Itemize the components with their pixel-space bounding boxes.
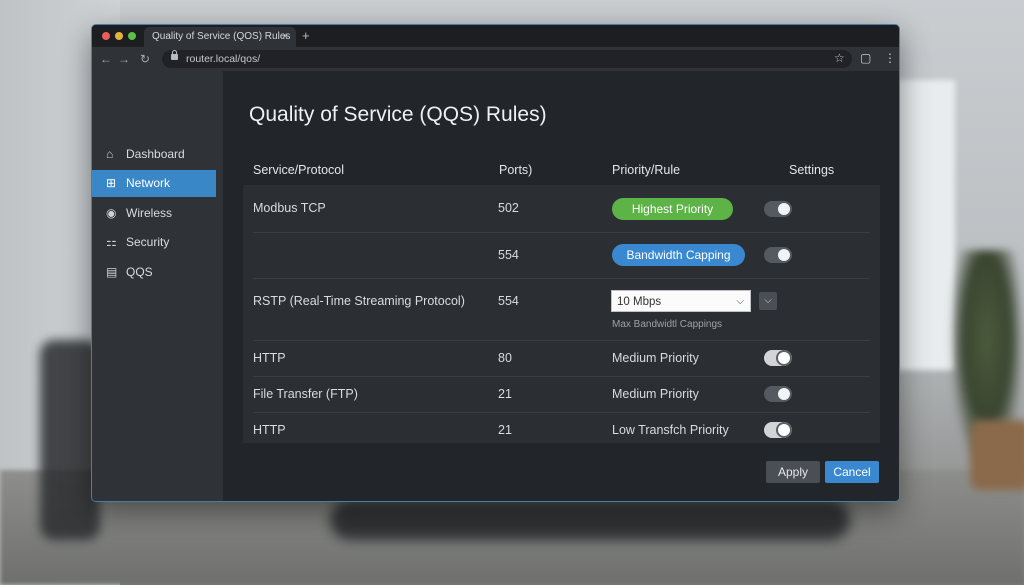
rule-toggle[interactable] <box>764 201 792 217</box>
sidebar-item-wireless[interactable]: ◉ Wireless <box>92 200 216 227</box>
service-cell: File Transfer (FTP) <box>253 387 358 401</box>
sidebar-item-label: QQS <box>126 265 153 279</box>
maximize-window-button[interactable] <box>128 32 136 40</box>
toggle-knob <box>778 388 790 400</box>
priority-cell: Medium Priority <box>612 387 699 401</box>
reload-icon[interactable]: ↻ <box>140 52 150 66</box>
chevron-down-icon: ⌵ <box>736 296 744 307</box>
home-icon: ⌂ <box>106 147 114 161</box>
priority-cell: Low Transfch Priority <box>612 423 729 437</box>
service-cell: HTTP <box>253 351 286 365</box>
row-divider <box>253 340 870 341</box>
lock-icon <box>171 50 178 60</box>
bookmark-star-icon[interactable]: ☆ <box>834 51 845 65</box>
sidebar-item-label: Network <box>126 176 171 190</box>
port-cell: 21 <box>498 423 512 437</box>
toggle-knob <box>778 249 790 261</box>
sidebar-item-dashboard[interactable]: ⌂ Dashboard <box>92 141 216 168</box>
new-tab-button[interactable]: + <box>302 28 310 43</box>
rule-toggle[interactable] <box>764 247 792 263</box>
sidebar-item-network[interactable]: ⊞ Network <box>92 170 216 197</box>
port-cell: 21 <box>498 387 512 401</box>
network-icon: ⊞ <box>106 176 117 190</box>
row-divider <box>253 232 870 233</box>
bandwidth-select-value: 10 Mbps <box>617 296 662 308</box>
sidebar-item-label: Dashboard <box>126 147 185 161</box>
browser-toolbar: ← → ↻ router.local/qos/ ☆ ▢ ⋮ <box>92 47 899 72</box>
toggle-knob <box>778 424 790 436</box>
sidebar: ⌂ Dashboard ⊞ Network ◉ Wireless ⚏ Secur… <box>92 71 223 501</box>
tab-bar: Quality of Service (QOS) Rules × + <box>92 25 899 47</box>
row-divider <box>253 278 870 279</box>
bandwidth-select[interactable]: 10 Mbps ⌵ <box>611 290 751 312</box>
security-icon: ⚏ <box>106 235 117 249</box>
extension-icon[interactable]: ▢ <box>860 51 871 65</box>
rules-table: Modbus TCP 502 Highest Priority 554 Band… <box>243 185 880 443</box>
qos-icon: ▤ <box>106 265 118 279</box>
url-text: router.local/qos/ <box>186 53 261 65</box>
minimize-window-button[interactable] <box>115 32 123 40</box>
background-chair-base <box>330 500 850 540</box>
row-divider <box>253 376 870 377</box>
sidebar-item-security[interactable]: ⚏ Security <box>92 229 216 256</box>
toggle-knob <box>778 203 790 215</box>
tab-title: Quality of Service (QOS) Rules <box>152 31 291 42</box>
background-plant-pot <box>970 420 1024 490</box>
port-cell: 554 <box>498 248 519 262</box>
column-header-ports: Ports) <box>499 163 533 177</box>
main-content: Quality of Service (QQS) Rules) Service/… <box>223 71 899 501</box>
sidebar-item-qos[interactable]: ▤ QQS <box>92 259 216 286</box>
forward-arrow-icon[interactable]: → <box>118 52 130 66</box>
sidebar-item-label: Wireless <box>126 206 173 220</box>
port-cell: 80 <box>498 351 512 365</box>
cancel-button[interactable]: Cancel <box>825 461 879 483</box>
address-bar[interactable]: router.local/qos/ <box>162 50 852 68</box>
column-header-service: Service/Protocol <box>253 163 345 177</box>
service-cell: RSTP (Real-Time Streaming Protocol) <box>253 294 465 308</box>
browser-tab[interactable]: Quality of Service (QOS) Rules × <box>144 27 296 47</box>
bandwidth-hint: Max Bandwidtl Cappings <box>612 319 723 330</box>
port-cell: 554 <box>498 294 519 308</box>
close-window-button[interactable] <box>102 32 110 40</box>
service-cell: HTTP <box>253 423 286 437</box>
rule-toggle[interactable] <box>764 350 792 366</box>
column-header-settings: Settings <box>789 163 835 177</box>
port-cell: 502 <box>498 201 519 215</box>
more-menu-icon[interactable]: ⋮ <box>884 51 896 65</box>
tab-close-icon[interactable]: × <box>282 27 288 47</box>
rule-toggle[interactable] <box>764 386 792 402</box>
highest-priority-badge[interactable]: Highest Priority <box>612 198 733 220</box>
toggle-knob <box>778 352 790 364</box>
sidebar-item-label: Security <box>126 235 170 249</box>
wireless-icon: ◉ <box>106 206 117 220</box>
page-title: Quality of Service (QQS) Rules) <box>249 103 547 126</box>
apply-button[interactable]: Apply <box>766 461 820 483</box>
back-arrow-icon[interactable]: ← <box>100 52 112 66</box>
browser-window: Quality of Service (QOS) Rules × + ← → ↻… <box>91 24 900 502</box>
row-divider <box>253 412 870 413</box>
background-window <box>895 80 955 370</box>
expand-chevron-button[interactable]: ⌵ <box>759 292 777 310</box>
rule-toggle[interactable] <box>764 422 792 438</box>
priority-cell: Medium Priority <box>612 351 699 365</box>
column-header-priority: Priority/Rule <box>612 163 681 177</box>
service-cell: Modbus TCP <box>253 201 326 215</box>
bandwidth-capping-badge[interactable]: Bandwidth Capping <box>612 244 745 266</box>
